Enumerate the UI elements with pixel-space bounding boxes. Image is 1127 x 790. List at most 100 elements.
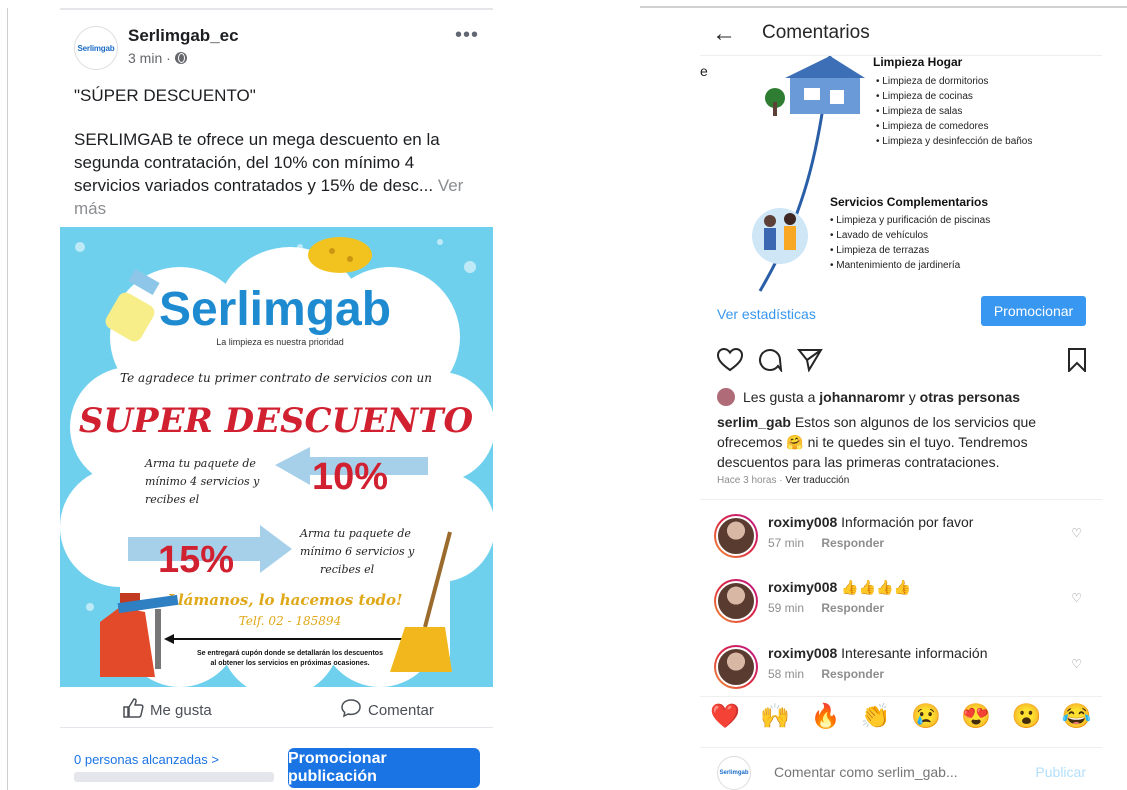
promote-button[interactable]: Promocionar: [981, 296, 1086, 326]
promo-call: Llámanos, lo hacemos todo!: [166, 591, 402, 609]
comment-input[interactable]: [774, 764, 994, 780]
comment-meta: 59 min Responder: [768, 601, 884, 615]
post-image[interactable]: e Limpieza Hogar • Limpieza de dormitori…: [700, 56, 1102, 294]
post-time: 3 min ·: [128, 50, 171, 66]
promo-thanks: Te agradece tu primer contrato de servic…: [120, 371, 432, 385]
comment-meta: 58 min Responder: [768, 667, 884, 681]
svg-text:• Limpieza y purificación de: • Limpieza y purificación de piscinas: [830, 215, 990, 226]
post-caption: serlim_gab Estos son algunos de los serv…: [717, 412, 1047, 472]
likes-prefix: Les gusta a: [743, 389, 816, 405]
publish-button[interactable]: Publicar: [1035, 764, 1086, 780]
tears-of-joy-emoji-icon[interactable]: 😂: [1062, 702, 1092, 731]
comment-body: Información por favor: [841, 514, 974, 530]
instagram-comments-screen: ← Comentarios e Limpieza Hogar • Limpiez…: [700, 10, 1102, 790]
divider: [7, 8, 8, 790]
page-name[interactable]: Serlimgab_ec: [128, 26, 239, 46]
promo-phone: Telf. 02 - 185894: [239, 614, 341, 628]
complementary-services-list: • Limpieza y purificación de piscinas • …: [830, 215, 990, 271]
promo-percent-15: 15%: [158, 539, 234, 581]
promo-image[interactable]: Serlimgab La limpieza es nuestra priorid…: [60, 227, 493, 687]
screen-title: Comentarios: [762, 22, 870, 43]
heart-eyes-emoji-icon[interactable]: 😍: [961, 702, 991, 731]
screenshot: Serlimgab Serlimgab_ec 3 min · ••• "SÚPE…: [0, 0, 1127, 790]
comment-icon[interactable]: [757, 348, 783, 377]
comment-item: roximy008 Información por favor 57 min R…: [714, 514, 1094, 564]
bookmark-icon[interactable]: [1067, 348, 1087, 377]
surprised-face-emoji-icon[interactable]: 😮: [1012, 702, 1042, 731]
section-complementary-title: Servicios Complementarios: [830, 195, 988, 209]
svg-text:• Limpieza de cocinas: • Limpieza de cocinas: [876, 91, 973, 102]
crying-face-emoji-icon[interactable]: 😢: [911, 702, 941, 731]
share-icon[interactable]: [796, 348, 823, 377]
like-label: Me gusta: [150, 701, 212, 719]
quick-emoji-bar: ❤️ 🙌 🔥 👏 😢 😍 😮 😂: [700, 696, 1102, 736]
svg-text:• Lavado de vehículos: • Lavado de vehículos: [830, 230, 928, 241]
promo-headline: SUPER DESCUENTO: [79, 401, 474, 441]
likes-user[interactable]: johannaromr: [819, 389, 905, 405]
like-button[interactable]: Me gusta: [122, 698, 212, 722]
comment-user[interactable]: roximy008: [768, 514, 837, 530]
comment-age: 57 min: [768, 536, 805, 550]
facebook-post: Serlimgab Serlimgab_ec 3 min · ••• "SÚPE…: [60, 10, 493, 790]
commenter-avatar[interactable]: [714, 514, 758, 558]
commenter-avatar[interactable]: [714, 579, 758, 623]
comment-icon: [340, 698, 362, 722]
services-artwork: e Limpieza Hogar • Limpieza de dormitori…: [700, 56, 1032, 292]
post-meta: 3 min ·: [128, 50, 187, 66]
promo-percent-10: 10%: [312, 456, 388, 498]
svg-text:• Mantenimiento de jardinerí: • Mantenimiento de jardinería: [830, 260, 961, 271]
comment-text: roximy008 Interesante información: [768, 645, 987, 661]
reply-button[interactable]: Responder: [821, 536, 884, 550]
comment-like-heart-icon[interactable]: ♡: [1071, 657, 1082, 671]
globe-icon: [174, 52, 187, 64]
likes-summary[interactable]: Les gusta a johannaromr y otras personas: [717, 388, 1020, 406]
comment-user[interactable]: roximy008: [768, 579, 837, 595]
divider: [700, 499, 1102, 500]
reach-link[interactable]: 0 personas alcanzadas >: [74, 752, 219, 767]
avatar-logo-text: Serlimgab: [77, 43, 115, 53]
comment-composer: Serlimgab Publicar: [700, 747, 1102, 790]
comment-meta: 57 min Responder: [768, 536, 884, 550]
post-header: Serlimgab Serlimgab_ec 3 min · •••: [74, 24, 479, 70]
comment-text: roximy008 Información por favor: [768, 514, 973, 530]
clapping-hands-emoji-icon[interactable]: 👏: [861, 702, 891, 731]
likes-others[interactable]: otras personas: [920, 389, 1020, 405]
page-avatar[interactable]: Serlimgab: [74, 26, 118, 70]
promo-brand: Serlimgab: [159, 283, 391, 336]
translate-link[interactable]: Ver traducción: [785, 475, 849, 486]
comment-button[interactable]: Comentar: [340, 698, 434, 722]
post-time-text: Hace 3 horas ·: [717, 475, 783, 486]
likes-text: Les gusta a johannaromr y otras personas: [743, 389, 1020, 405]
comment-item: roximy008 👍👍👍👍 59 min Responder ♡: [714, 579, 1094, 629]
comment-text: roximy008 👍👍👍👍: [768, 579, 911, 596]
view-insights-link[interactable]: Ver estadísticas: [717, 306, 816, 322]
back-arrow-icon[interactable]: ←: [712, 20, 736, 48]
heart-icon[interactable]: [716, 347, 744, 377]
svg-text:• Limpieza de terrazas: • Limpieza de terrazas: [830, 245, 929, 256]
caption-user[interactable]: serlim_gab: [717, 414, 791, 430]
post-body: SERLIMGAB te ofrece un mega descuento en…: [74, 128, 479, 220]
comment-age: 59 min: [768, 601, 805, 615]
comment-user[interactable]: roximy008: [768, 645, 837, 661]
post-body-text: SERLIMGAB te ofrece un mega descuento en…: [74, 130, 440, 195]
comment-item: roximy008 Interesante información 58 min…: [714, 645, 1094, 695]
comment-like-heart-icon[interactable]: ♡: [1071, 526, 1082, 540]
post-title: "SÚPER DESCUENTO": [74, 86, 256, 105]
promo-artwork: Serlimgab La limpieza es nuestra priorid…: [60, 227, 493, 687]
commenter-avatar[interactable]: [714, 645, 758, 689]
comment-body: 👍👍👍👍: [841, 579, 911, 595]
more-options-button[interactable]: •••: [455, 24, 479, 47]
reply-button[interactable]: Responder: [821, 667, 884, 681]
composer-avatar: Serlimgab: [717, 756, 751, 790]
red-heart-emoji-icon[interactable]: ❤️: [710, 702, 740, 731]
comment-body: Interesante información: [841, 645, 988, 661]
comment-like-heart-icon[interactable]: ♡: [1071, 591, 1082, 605]
thumbs-up-icon: [122, 698, 144, 722]
reply-button[interactable]: Responder: [821, 601, 884, 615]
liker-avatar: [717, 388, 735, 406]
promote-post-button[interactable]: Promocionar publicación: [288, 748, 480, 788]
raising-hands-emoji-icon[interactable]: 🙌: [760, 702, 790, 731]
fire-emoji-icon[interactable]: 🔥: [811, 702, 841, 731]
section-home-title: Limpieza Hogar: [873, 56, 963, 69]
divider: [640, 6, 1127, 8]
